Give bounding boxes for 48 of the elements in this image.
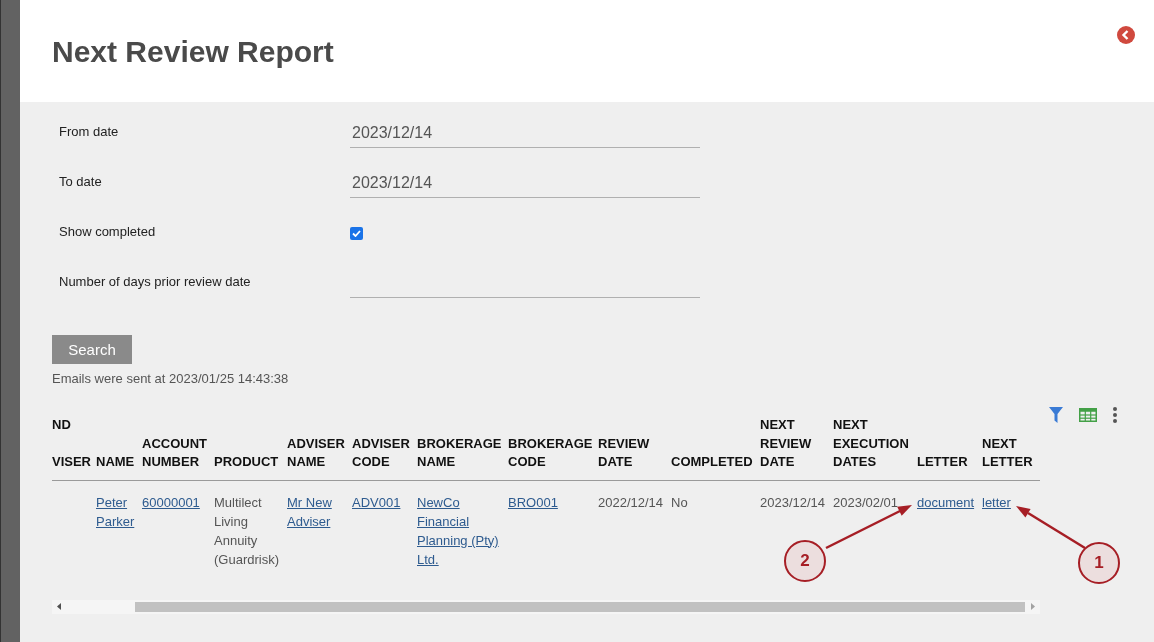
table-link[interactable]: document: [917, 492, 978, 512]
column-header: ND VISER: [52, 416, 91, 471]
table-cell-text: Multilect Living Annuity (Guardrisk): [214, 493, 280, 569]
column-header: BROKERAGE NAME: [417, 434, 502, 471]
column-header: LETTER: [917, 453, 968, 471]
table-icon[interactable]: [1079, 408, 1097, 422]
numbered-callout: 2: [784, 540, 826, 582]
column-header: COMPLETED: [671, 453, 753, 471]
table-link[interactable]: ADV001: [352, 492, 413, 512]
checkbox[interactable]: [350, 227, 363, 240]
column-header: ADVISER CODE: [352, 434, 410, 471]
field-label: From date: [59, 124, 119, 140]
filter-icon[interactable]: [1049, 407, 1063, 423]
table-link[interactable]: Mr New Adviser: [287, 492, 348, 531]
table-cell-text: 2023/02/01: [833, 493, 900, 512]
table-cell-text: 2023/12/14: [760, 493, 827, 512]
field-label: To date: [59, 174, 102, 190]
field-label: Show completed: [59, 224, 156, 240]
scroll-left-icon[interactable]: [57, 603, 61, 610]
table-link[interactable]: 60000001: [142, 492, 210, 512]
column-header: REVIEW DATE: [598, 434, 650, 471]
table-link[interactable]: Peter Parker: [96, 492, 138, 531]
date-field[interactable]: 2023/12/14: [350, 168, 700, 198]
column-header: NEXT EXECUTION DATES: [833, 416, 909, 471]
search-button[interactable]: Search: [52, 335, 132, 364]
column-header: ADVISER NAME: [287, 434, 345, 471]
scroll-right-icon[interactable]: [1030, 603, 1035, 610]
column-header: ACCOUNT NUMBER: [142, 434, 207, 471]
column-header: NAME: [96, 453, 135, 471]
scrollbar-thumb[interactable]: [135, 601, 1025, 612]
date-field[interactable]: 2023/12/14: [350, 118, 700, 148]
back-icon[interactable]: [1117, 26, 1135, 44]
table-link[interactable]: BRO001: [508, 492, 594, 512]
column-header: NEXT LETTER: [982, 434, 1033, 471]
more-menu-icon[interactable]: [1113, 407, 1117, 423]
checkmark-icon: [352, 230, 361, 237]
column-header: NEXT REVIEW DATE: [760, 416, 812, 471]
column-header: BROKERAGE CODE: [508, 434, 593, 471]
column-header: PRODUCT: [214, 453, 279, 471]
horizontal-scrollbar[interactable]: [52, 599, 1040, 614]
table-cell-text: No: [671, 493, 689, 512]
page-title: Next Review Report: [52, 34, 334, 70]
table-cell-text: 2022/12/14: [598, 493, 665, 512]
table-link[interactable]: NewCo Financial Planning (Pty) Ltd.: [417, 492, 504, 569]
numbered-callout: 1: [1078, 542, 1120, 584]
status-message: Emails were sent at 2023/01/25 14:43:38: [52, 371, 289, 387]
table-link[interactable]: letter: [982, 492, 1040, 512]
field-label: Number of days prior review date: [59, 274, 251, 290]
